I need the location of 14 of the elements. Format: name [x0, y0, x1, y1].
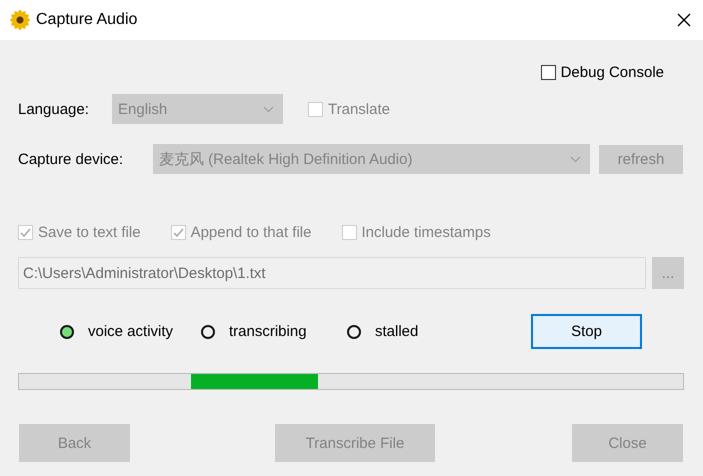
close-icon[interactable] [677, 13, 691, 27]
status-label: stalled [375, 323, 420, 340]
stop-button[interactable]: Stop [531, 314, 642, 349]
status-label: voice activity [88, 323, 174, 340]
capture-device-label: Capture device: [18, 150, 124, 168]
sunflower-icon [10, 10, 30, 30]
check-icon [20, 226, 31, 238]
status-label: transcribing [229, 323, 308, 340]
checkbox[interactable]: Debug Console [540, 64, 664, 80]
language-label: Language: [18, 100, 90, 118]
caret-icon [263, 106, 274, 112]
window-title: Capture Audio [36, 11, 138, 29]
check-icon [172, 226, 184, 238]
caret-icon [570, 156, 581, 162]
